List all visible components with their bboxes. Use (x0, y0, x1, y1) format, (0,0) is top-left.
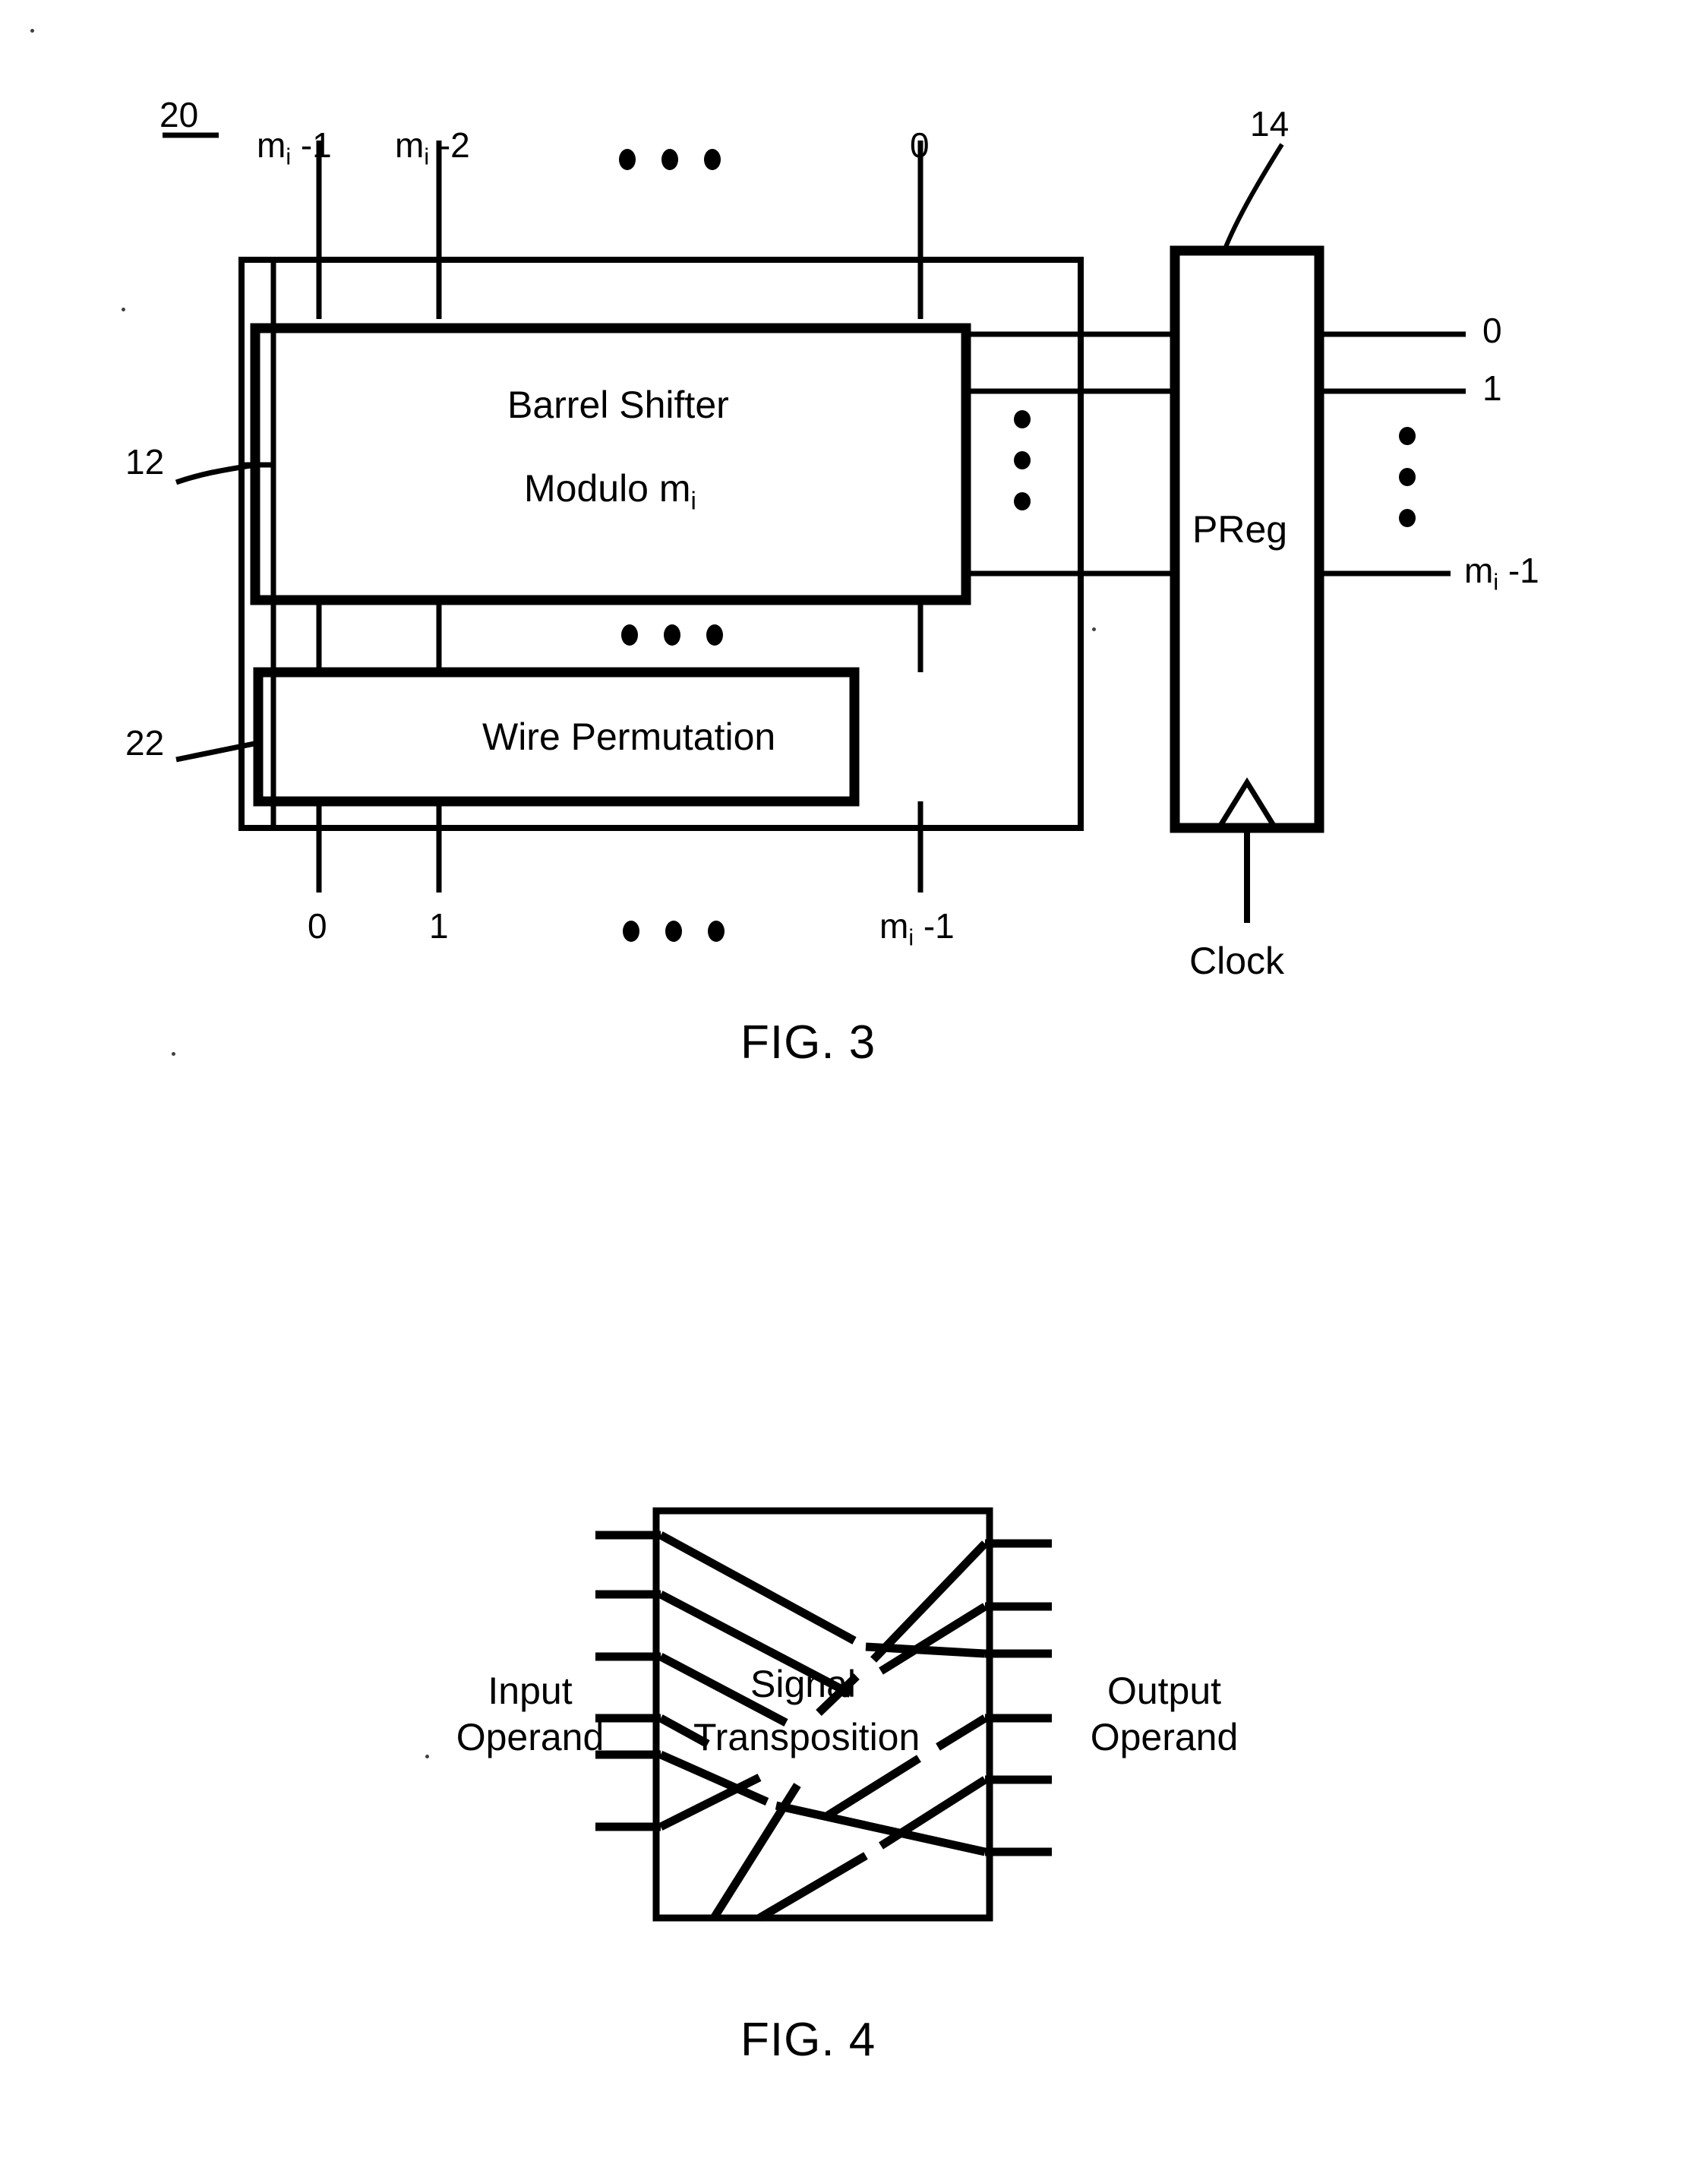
ellipsis-dot (1399, 509, 1416, 527)
ellipsis-dot (621, 624, 638, 646)
fig4-input-line2: Operand (456, 1716, 605, 1758)
input-label-mi-minus-2-suffix: -2 (429, 125, 470, 165)
figure-4-caption: FIG. 4 (740, 2014, 876, 2066)
up-wire-3 (936, 1714, 987, 1751)
patent-drawing-sheet: 20 mi -1 mi -2 0 14 12 22 Barrel Shifter… (0, 0, 1708, 2180)
preg-out-ellipsis (1399, 427, 1416, 527)
scan-speck (122, 308, 125, 311)
preg-label: PReg (1192, 508, 1288, 551)
input-label-mi-minus-1: mi -1 (257, 128, 332, 169)
fig4-output-operand-label: Output Operand (1069, 1668, 1259, 1761)
cross-wire-1a (658, 1531, 857, 1644)
scan-speck (1092, 627, 1096, 631)
output-label-mi-suffix: -1 (914, 906, 955, 946)
clock-label: Clock (1189, 940, 1285, 982)
reference-numeral-20: 20 (159, 95, 199, 134)
barrel-out-ellipsis (1014, 410, 1031, 510)
ellipsis-dot (623, 921, 639, 942)
ellipsis-dot (706, 624, 723, 646)
leader-14 (1222, 143, 1284, 252)
fig4-signal-label: Signal (750, 1663, 856, 1705)
ellipsis-dot (1399, 468, 1416, 486)
fig4-output-line2: Operand (1090, 1716, 1239, 1758)
fig4-input-operand-label: Input Operand (439, 1668, 621, 1761)
cross-wire-6a (658, 1774, 762, 1831)
top-input-ellipsis (619, 149, 721, 170)
barrel-shifter-modulo-sub: i (690, 486, 696, 515)
barrel-shifter-label-line1: Barrel Shifter (507, 384, 729, 426)
figure-3-caption: FIG. 3 (740, 1016, 876, 1069)
reference-numeral-22: 22 (125, 723, 165, 763)
cross-wire-6b (710, 1783, 801, 1920)
output-label-1: 1 (429, 906, 449, 946)
output-label-mi-base: m (879, 906, 909, 946)
up-wire-4 (879, 1776, 987, 1850)
barrel-shifter-block (250, 323, 971, 605)
input-label-mi-minus-2: mi -2 (395, 128, 470, 169)
fig4-transposition-label: Transposition (693, 1716, 920, 1758)
barrel-shifter-label-line2: Modulo mi (524, 469, 696, 513)
wire-permutation-label: Wire Permutation (482, 716, 776, 758)
ellipsis-dot (704, 149, 721, 170)
output-label-0: 0 (308, 906, 327, 946)
input-label-mi-minus-2-base: m (395, 125, 425, 165)
ellipsis-dot (664, 624, 680, 646)
clock-triangle-icon (1217, 777, 1277, 829)
input-label-mi-minus-1-suffix: -1 (291, 125, 332, 165)
ellipsis-dot (708, 921, 725, 942)
figure-line-art (163, 132, 1466, 1922)
barrel-shifter-modulo-base: Modulo m (524, 467, 691, 510)
reference-numeral-12: 12 (125, 442, 165, 482)
preg-output-mi-base: m (1464, 551, 1494, 590)
fig4-input-line1: Input (488, 1670, 573, 1712)
output-label-mi-minus-1: mi -1 (879, 908, 955, 950)
bottom-ellipsis (623, 921, 725, 942)
scan-speck (425, 1755, 429, 1758)
up-wire-4b (757, 1852, 868, 1922)
preg-output-label-1: 1 (1482, 368, 1502, 408)
ellipsis-dot (665, 921, 682, 942)
fig4-line-art (595, 1507, 1052, 1922)
input-label-0: 0 (910, 125, 930, 165)
up-wire-3b (826, 1755, 921, 1819)
scan-speck (30, 29, 34, 33)
preg-output-label-mi-minus-1: mi -1 (1464, 553, 1539, 595)
ellipsis-dot (619, 149, 636, 170)
ellipsis-dot (1399, 427, 1416, 445)
input-label-mi-minus-1-base: m (257, 125, 286, 165)
leader-22 (175, 740, 259, 763)
ellipsis-dot (1014, 451, 1031, 469)
ellipsis-dot (661, 149, 678, 170)
reference-numeral-14: 14 (1250, 104, 1290, 144)
scan-speck (172, 1052, 175, 1056)
fig4-output-line1: Output (1107, 1670, 1222, 1712)
preg-output-label-0: 0 (1482, 311, 1502, 350)
ellipsis-dot (1014, 492, 1031, 510)
mid-ellipsis (621, 624, 723, 646)
ellipsis-dot (1014, 410, 1031, 428)
preg-output-mi-suffix: -1 (1498, 551, 1539, 590)
